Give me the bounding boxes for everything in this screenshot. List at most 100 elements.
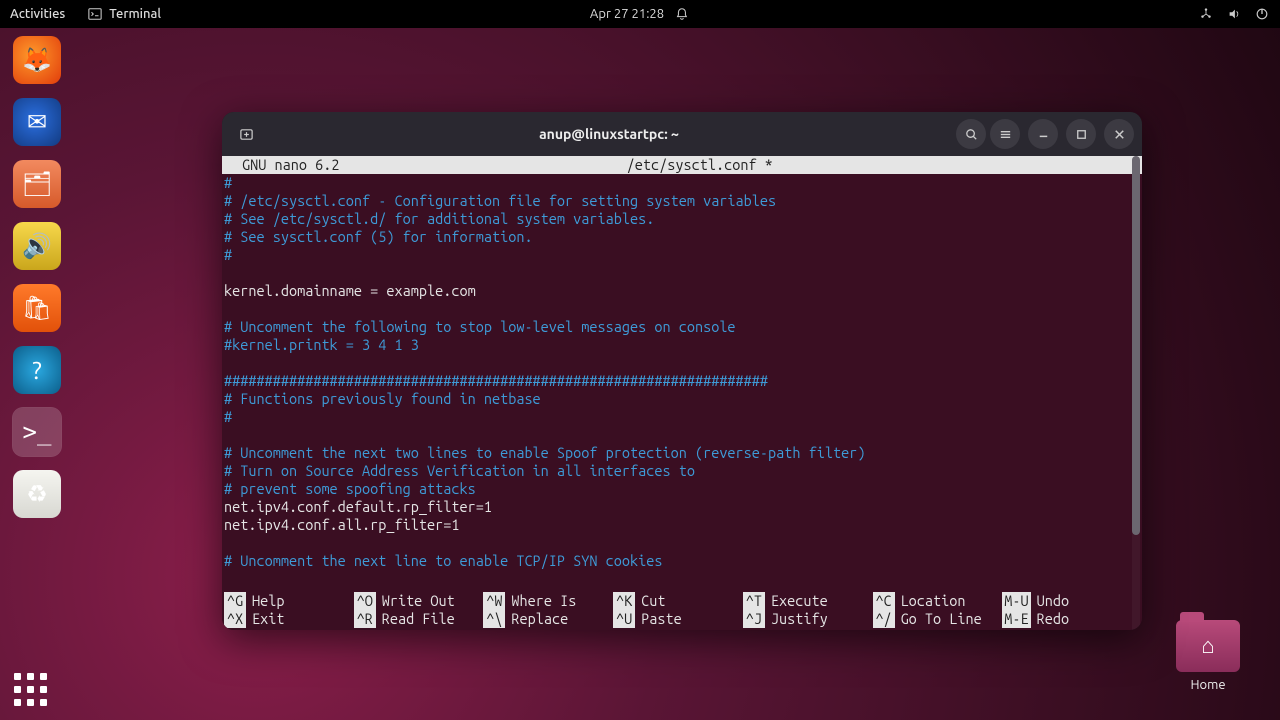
nano-header: GNU nano 6.2 /etc/sysctl.conf *: [222, 156, 1142, 174]
nano-line: net.ipv4.conf.all.rp_filter=1: [224, 516, 1140, 534]
nano-shortcut-label: Help: [252, 592, 284, 610]
help-icon: ?: [32, 357, 41, 384]
focused-app-indicator[interactable]: Terminal: [87, 6, 161, 22]
nano-shortcut: ^C Location: [873, 592, 1003, 610]
nano-line: # Uncomment the following to stop low-le…: [224, 318, 1140, 336]
activities-label: Activities: [10, 7, 65, 21]
nano-line: [224, 300, 1140, 318]
nano-line: #: [224, 174, 1140, 192]
trash-icon: ♻: [26, 480, 48, 508]
dock-software[interactable]: 🛍: [13, 284, 61, 332]
nano-shortcut: ^U Paste: [613, 610, 743, 628]
nano-shortcut-label: Execute: [771, 592, 828, 610]
nano-shortcut: ^RRead File: [354, 610, 484, 628]
nano-shortcut: ^W Where Is: [483, 592, 613, 610]
power-icon[interactable]: [1254, 6, 1270, 22]
nano-shortcut-key: ^W: [483, 592, 505, 610]
nano-shortcut-label: Justify: [771, 610, 828, 628]
nano-shortcut-label: Undo: [1037, 592, 1069, 610]
minimize-button[interactable]: [1028, 119, 1058, 149]
nano-shortcut-key: ^O: [354, 592, 376, 610]
dock-help[interactable]: ?: [13, 346, 61, 394]
nano-shortcut: ^K Cut: [613, 592, 743, 610]
new-tab-button[interactable]: [230, 118, 262, 150]
files-icon: 🗂: [22, 170, 52, 198]
nano-shortcut: ^TExecute: [743, 592, 873, 610]
terminal-window: anup@linuxstartpc: ~ GNU nano 6.2 /etc/s…: [222, 112, 1142, 630]
dock-rhythmbox[interactable]: 🔊: [13, 222, 61, 270]
terminal-titlebar: anup@linuxstartpc: ~: [222, 112, 1142, 156]
nano-line: # /etc/sysctl.conf - Configuration file …: [224, 192, 1140, 210]
nano-shortcut: ^G Help: [224, 592, 354, 610]
thunderbird-icon: ✉: [27, 108, 47, 136]
nano-line: kernel.domainname = example.com: [224, 282, 1140, 300]
nano-shortcut: ^\Replace: [483, 610, 613, 628]
nano-shortcut: ^/Go To Line: [873, 610, 1003, 628]
activities-button[interactable]: Activities: [10, 7, 65, 21]
show-applications-button[interactable]: [14, 673, 47, 706]
clock[interactable]: Apr 27 21:28: [590, 7, 664, 21]
terminal-icon: >_: [23, 418, 52, 446]
nano-line: [224, 426, 1140, 444]
nano-line: #kernel.printk = 3 4 1 3: [224, 336, 1140, 354]
nano-shortcut: ^X Exit: [224, 610, 354, 628]
nano-app-name: GNU nano 6.2: [224, 156, 339, 174]
nano-line: [224, 264, 1140, 282]
firefox-icon: 🦊: [22, 46, 52, 74]
focused-app-label: Terminal: [109, 7, 161, 21]
nano-filename: /etc/sysctl.conf *: [627, 156, 773, 174]
nano-line: net.ipv4.conf.default.rp_filter=1: [224, 498, 1140, 516]
nano-shortcut-key: M-U: [1002, 592, 1030, 610]
dock-trash[interactable]: ♻: [13, 470, 61, 518]
nano-line: ########################################…: [224, 372, 1140, 390]
launcher-dock: 🦊 ✉ 🗂 🔊 🛍 ? >_ ♻: [6, 36, 68, 518]
nano-line: [224, 534, 1140, 552]
nano-shortcut: M-U Undo: [1002, 592, 1132, 610]
desktop-home-folder[interactable]: ⌂ Home: [1176, 620, 1240, 692]
nano-line: # Uncomment the next two lines to enable…: [224, 444, 1140, 462]
notifications-icon[interactable]: [674, 6, 690, 22]
nano-line: # See /etc/sysctl.d/ for additional syst…: [224, 210, 1140, 228]
terminal-scrollthumb[interactable]: [1132, 156, 1140, 535]
nano-shortcut-label: Cut: [641, 592, 665, 610]
nano-shortcut-key: M-E: [1002, 610, 1030, 628]
nano-line: # prevent some spoofing attacks: [224, 480, 1140, 498]
nano-shortcut-label: Where Is: [511, 592, 576, 610]
dock-terminal[interactable]: >_: [13, 408, 61, 456]
hamburger-menu-button[interactable]: [990, 119, 1020, 149]
nano-shortcut-label: Write Out: [382, 592, 455, 610]
nano-shortcut-key: ^U: [613, 610, 635, 628]
nano-shortcut-key: ^G: [224, 592, 246, 610]
nano-shortcut-label: Exit: [252, 610, 284, 628]
dock-files[interactable]: 🗂: [13, 160, 61, 208]
nano-shortcut-key: ^X: [224, 610, 246, 628]
nano-shortcut-key: ^/: [873, 610, 895, 628]
nano-shortcut-bar: ^G Help ^O Write Out ^W Where Is ^K Cut ^TExecut…: [222, 592, 1134, 630]
nano-line: # Functions previously found in netbase: [224, 390, 1140, 408]
nano-shortcut-key: ^J: [743, 610, 765, 628]
nano-buffer[interactable]: ## /etc/sysctl.conf - Configuration file…: [222, 174, 1142, 570]
nano-shortcut-key: ^K: [613, 592, 635, 610]
terminal-scrollbar[interactable]: [1132, 156, 1140, 630]
nano-line: # Turn on Source Address Verification in…: [224, 462, 1140, 480]
nano-shortcut-key: ^\: [483, 610, 505, 628]
nano-shortcut-label: Location: [901, 592, 966, 610]
nano-shortcut-label: Paste: [641, 610, 682, 628]
dock-thunderbird[interactable]: ✉: [13, 98, 61, 146]
nano-shortcut-key: ^C: [873, 592, 895, 610]
volume-icon[interactable]: [1226, 6, 1242, 22]
nano-shortcut: ^J Justify: [743, 610, 873, 628]
dock-firefox[interactable]: 🦊: [13, 36, 61, 84]
home-label: Home: [1176, 678, 1240, 692]
speaker-icon: 🔊: [22, 232, 52, 260]
terminal-body[interactable]: GNU nano 6.2 /etc/sysctl.conf * ## /etc/…: [222, 156, 1142, 630]
nano-line: #: [224, 246, 1140, 264]
search-button[interactable]: [956, 119, 986, 149]
nano-shortcut: M-ERedo: [1002, 610, 1132, 628]
nano-line: # Uncomment the next line to enable TCP/…: [224, 552, 1140, 570]
maximize-button[interactable]: [1066, 119, 1096, 149]
nano-line: # See sysctl.conf (5) for information.: [224, 228, 1140, 246]
network-icon[interactable]: [1198, 6, 1214, 22]
home-icon: ⌂: [1176, 620, 1240, 672]
close-button[interactable]: [1104, 119, 1134, 149]
